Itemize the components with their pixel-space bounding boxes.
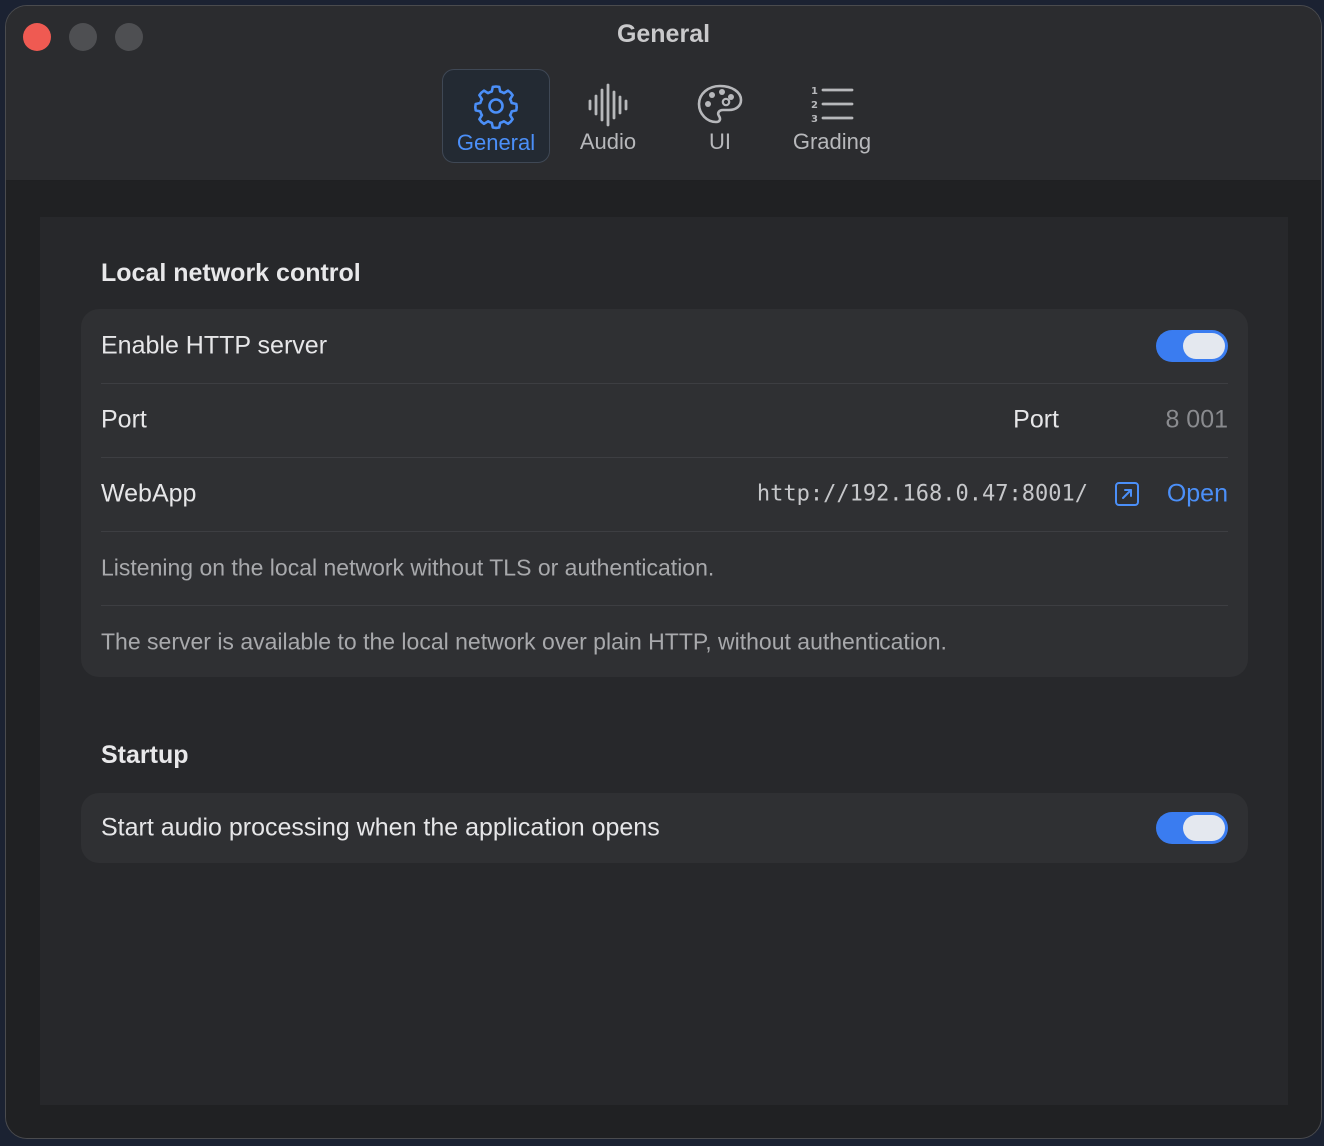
webapp-label: WebApp xyxy=(101,479,197,508)
tab-grading[interactable]: 1 2 3 Grading xyxy=(778,69,886,163)
palette-icon xyxy=(697,84,743,124)
port-field-label: Port xyxy=(1013,405,1059,434)
tab-audio[interactable]: Audio xyxy=(554,69,662,163)
window-title: General xyxy=(616,20,711,48)
title-bar: General General Audio UI 1 2 3 Grading xyxy=(6,6,1321,181)
available-note-row: The server is available to the local net… xyxy=(101,605,1228,679)
start-audio-row: Start audio processing when the applicat… xyxy=(101,791,1228,865)
port-row-label: Port xyxy=(101,405,147,434)
listening-note-row: Listening on the local network without T… xyxy=(101,531,1228,606)
tab-grading-label: Grading xyxy=(792,129,872,154)
external-link-icon[interactable] xyxy=(1114,481,1140,507)
start-audio-toggle[interactable] xyxy=(1156,812,1228,844)
start-audio-label: Start audio processing when the applicat… xyxy=(101,813,660,842)
port-row: Port Port 8 001 xyxy=(101,383,1228,458)
settings-window: General General Audio UI 1 2 3 Grading L… xyxy=(5,5,1322,1139)
webapp-url: http://192.168.0.47:8001/ xyxy=(756,481,1088,507)
tab-ui-label: UI xyxy=(709,129,731,154)
svg-text:1: 1 xyxy=(811,86,818,97)
tab-ui[interactable]: UI xyxy=(666,69,774,163)
numbered-list-icon: 1 2 3 xyxy=(811,86,854,125)
port-input[interactable]: 8 001 xyxy=(1165,406,1228,435)
section-title-startup: Startup xyxy=(101,741,189,769)
svg-text:2: 2 xyxy=(811,100,818,111)
enable-http-toggle[interactable] xyxy=(1156,330,1228,362)
webapp-row: WebApp http://192.168.0.47:8001/ Open xyxy=(101,457,1228,532)
tab-audio-label: Audio xyxy=(579,129,637,154)
tab-general-label: General xyxy=(456,130,536,155)
local-network-group: Enable HTTP server Port Port 8 001 WebAp… xyxy=(81,309,1248,677)
enable-http-label: Enable HTTP server xyxy=(101,331,328,360)
toggle-knob xyxy=(1183,333,1225,359)
settings-panel: Local network control Enable HTTP server… xyxy=(40,217,1288,1105)
settings-content: Local network control Enable HTTP server… xyxy=(6,181,1321,1138)
tab-general[interactable]: General xyxy=(442,69,550,163)
listening-note: Listening on the local network without T… xyxy=(101,554,715,581)
toggle-knob xyxy=(1183,815,1225,841)
open-webapp-link[interactable]: Open xyxy=(1167,480,1228,509)
available-note: The server is available to the local net… xyxy=(101,628,947,655)
gear-icon xyxy=(474,85,518,130)
startup-group: Start audio processing when the applicat… xyxy=(81,793,1248,863)
enable-http-row: Enable HTTP server xyxy=(101,309,1228,384)
waveform-icon xyxy=(588,83,628,127)
svg-text:3: 3 xyxy=(811,114,818,125)
section-title-local-network: Local network control xyxy=(101,259,361,287)
